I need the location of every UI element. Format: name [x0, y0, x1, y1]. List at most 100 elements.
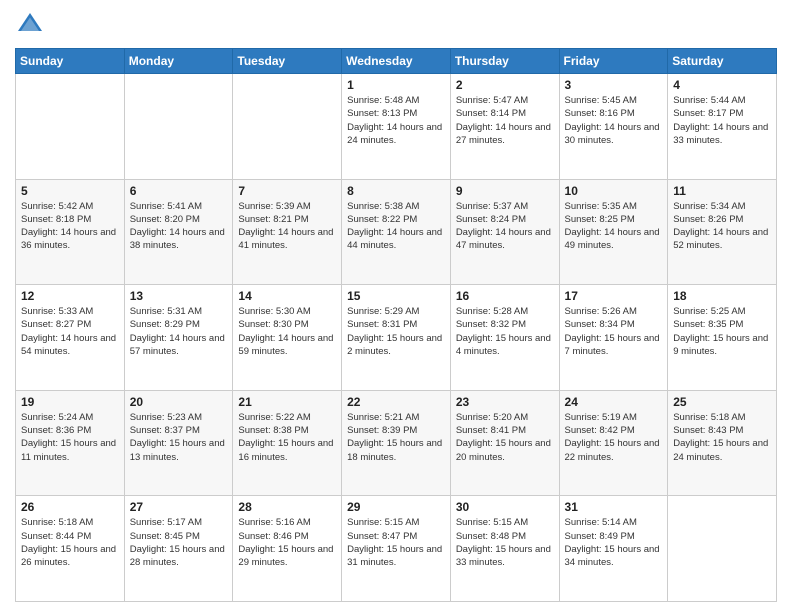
day-info: Sunrise: 5:15 AM Sunset: 8:47 PM Dayligh…: [347, 516, 445, 569]
calendar-cell: 31 Sunrise: 5:14 AM Sunset: 8:49 PM Dayli…: [559, 496, 668, 602]
calendar-cell: [16, 74, 125, 180]
calendar-cell: 18Sunrise: 5:25 AM Sunset: 8:35 PM Dayli…: [668, 285, 777, 391]
day-info: Sunrise: 5:37 AM Sunset: 8:24 PM Dayligh…: [456, 200, 554, 253]
day-info: Sunrise: 5:20 AM Sunset: 8:41 PM Dayligh…: [456, 411, 554, 464]
calendar-cell: 16 Sunrise: 5:28 AM Sunset: 8:32 PM Dayli…: [450, 285, 559, 391]
calendar-header-row: SundayMondayTuesdayWednesdayThursdayFrid…: [16, 49, 777, 74]
day-number: 22: [347, 395, 445, 409]
day-info: Sunrise: 5:34 AM Sunset: 8:26 PM Dayligh…: [673, 200, 771, 253]
calendar-cell: 12 Sunrise: 5:33 AM Sunset: 8:27 PM Dayli…: [16, 285, 125, 391]
logo: [15, 10, 49, 40]
calendar-cell: 20 Sunrise: 5:23 AM Sunset: 8:37 PM Dayli…: [124, 390, 233, 496]
day-info: Sunrise: 5:14 AM Sunset: 8:49 PM Dayligh…: [565, 516, 663, 569]
calendar-cell: 13 Sunrise: 5:31 AM Sunset: 8:29 PM Dayli…: [124, 285, 233, 391]
day-info: Sunrise: 5:30 AM Sunset: 8:30 PM Dayligh…: [238, 305, 336, 358]
day-info: Sunrise: 5:18 AM Sunset: 8:44 PM Dayligh…: [21, 516, 119, 569]
day-info: Sunrise: 5:33 AM Sunset: 8:27 PM Dayligh…: [21, 305, 119, 358]
day-info: Sunrise: 5:29 AM Sunset: 8:31 PM Dayligh…: [347, 305, 445, 358]
day-number: 16: [456, 289, 554, 303]
day-number: 10: [565, 184, 663, 198]
calendar-cell: 3 Sunrise: 5:45 AM Sunset: 8:16 PM Daylig…: [559, 74, 668, 180]
day-info: Sunrise: 5:15 AM Sunset: 8:48 PM Dayligh…: [456, 516, 554, 569]
calendar-cell: 11 Sunrise: 5:34 AM Sunset: 8:26 PM Dayli…: [668, 179, 777, 285]
day-number: 8: [347, 184, 445, 198]
day-info: Sunrise: 5:26 AM Sunset: 8:34 PM Dayligh…: [565, 305, 663, 358]
day-of-week-header: Wednesday: [342, 49, 451, 74]
day-number: 14: [238, 289, 336, 303]
day-number: 6: [130, 184, 228, 198]
day-info: Sunrise: 5:28 AM Sunset: 8:32 PM Dayligh…: [456, 305, 554, 358]
day-number: 28: [238, 500, 336, 514]
day-info: Sunrise: 5:45 AM Sunset: 8:16 PM Dayligh…: [565, 94, 663, 147]
day-number: 5: [21, 184, 119, 198]
calendar-cell: 22Sunrise: 5:21 AM Sunset: 8:39 PM Dayli…: [342, 390, 451, 496]
calendar-cell: 30 Sunrise: 5:15 AM Sunset: 8:48 PM Dayli…: [450, 496, 559, 602]
day-of-week-header: Tuesday: [233, 49, 342, 74]
calendar-cell: 6Sunrise: 5:41 AM Sunset: 8:20 PM Daylig…: [124, 179, 233, 285]
day-info: Sunrise: 5:19 AM Sunset: 8:42 PM Dayligh…: [565, 411, 663, 464]
day-info: Sunrise: 5:23 AM Sunset: 8:37 PM Dayligh…: [130, 411, 228, 464]
calendar-cell: 29 Sunrise: 5:15 AM Sunset: 8:47 PM Dayli…: [342, 496, 451, 602]
calendar-cell: 26 Sunrise: 5:18 AM Sunset: 8:44 PM Dayli…: [16, 496, 125, 602]
day-number: 15: [347, 289, 445, 303]
day-info: Sunrise: 5:31 AM Sunset: 8:29 PM Dayligh…: [130, 305, 228, 358]
calendar-cell: 28 Sunrise: 5:16 AM Sunset: 8:46 PM Dayli…: [233, 496, 342, 602]
calendar-cell: 24 Sunrise: 5:19 AM Sunset: 8:42 PM Dayli…: [559, 390, 668, 496]
calendar-week-row: 12 Sunrise: 5:33 AM Sunset: 8:27 PM Dayli…: [16, 285, 777, 391]
day-info: Sunrise: 5:35 AM Sunset: 8:25 PM Dayligh…: [565, 200, 663, 253]
calendar-week-row: 5Sunrise: 5:42 AM Sunset: 8:18 PM Daylig…: [16, 179, 777, 285]
calendar-week-row: 26 Sunrise: 5:18 AM Sunset: 8:44 PM Dayli…: [16, 496, 777, 602]
day-number: 30: [456, 500, 554, 514]
day-number: 23: [456, 395, 554, 409]
day-info: Sunrise: 5:17 AM Sunset: 8:45 PM Dayligh…: [130, 516, 228, 569]
calendar-cell: 2 Sunrise: 5:47 AM Sunset: 8:14 PM Daylig…: [450, 74, 559, 180]
calendar-cell: 14 Sunrise: 5:30 AM Sunset: 8:30 PM Dayli…: [233, 285, 342, 391]
calendar-cell: 27Sunrise: 5:17 AM Sunset: 8:45 PM Dayli…: [124, 496, 233, 602]
day-number: 17: [565, 289, 663, 303]
day-info: Sunrise: 5:47 AM Sunset: 8:14 PM Dayligh…: [456, 94, 554, 147]
calendar-week-row: 1 Sunrise: 5:48 AM Sunset: 8:13 PM Daylig…: [16, 74, 777, 180]
day-number: 31: [565, 500, 663, 514]
day-number: 13: [130, 289, 228, 303]
day-number: 25: [673, 395, 771, 409]
day-number: 21: [238, 395, 336, 409]
day-info: Sunrise: 5:18 AM Sunset: 8:43 PM Dayligh…: [673, 411, 771, 464]
day-info: Sunrise: 5:24 AM Sunset: 8:36 PM Dayligh…: [21, 411, 119, 464]
day-info: Sunrise: 5:44 AM Sunset: 8:17 PM Dayligh…: [673, 94, 771, 147]
day-number: 2: [456, 78, 554, 92]
day-number: 9: [456, 184, 554, 198]
day-info: Sunrise: 5:48 AM Sunset: 8:13 PM Dayligh…: [347, 94, 445, 147]
day-number: 3: [565, 78, 663, 92]
day-number: 26: [21, 500, 119, 514]
day-info: Sunrise: 5:16 AM Sunset: 8:46 PM Dayligh…: [238, 516, 336, 569]
day-number: 24: [565, 395, 663, 409]
day-number: 1: [347, 78, 445, 92]
day-number: 19: [21, 395, 119, 409]
calendar-cell: 7Sunrise: 5:39 AM Sunset: 8:21 PM Daylig…: [233, 179, 342, 285]
calendar-cell: [124, 74, 233, 180]
day-of-week-header: Saturday: [668, 49, 777, 74]
calendar-cell: 17 Sunrise: 5:26 AM Sunset: 8:34 PM Dayli…: [559, 285, 668, 391]
logo-icon: [15, 10, 45, 40]
calendar-week-row: 19 Sunrise: 5:24 AM Sunset: 8:36 PM Dayli…: [16, 390, 777, 496]
calendar-cell: 19 Sunrise: 5:24 AM Sunset: 8:36 PM Dayli…: [16, 390, 125, 496]
day-of-week-header: Monday: [124, 49, 233, 74]
day-number: 29: [347, 500, 445, 514]
header: [15, 10, 777, 40]
day-info: Sunrise: 5:38 AM Sunset: 8:22 PM Dayligh…: [347, 200, 445, 253]
page: SundayMondayTuesdayWednesdayThursdayFrid…: [0, 0, 792, 612]
day-number: 11: [673, 184, 771, 198]
day-number: 7: [238, 184, 336, 198]
calendar-cell: 9 Sunrise: 5:37 AM Sunset: 8:24 PM Daylig…: [450, 179, 559, 285]
calendar-cell: [668, 496, 777, 602]
calendar-cell: 8 Sunrise: 5:38 AM Sunset: 8:22 PM Daylig…: [342, 179, 451, 285]
calendar-cell: 4 Sunrise: 5:44 AM Sunset: 8:17 PM Daylig…: [668, 74, 777, 180]
day-info: Sunrise: 5:25 AM Sunset: 8:35 PM Dayligh…: [673, 305, 771, 358]
calendar-cell: 10 Sunrise: 5:35 AM Sunset: 8:25 PM Dayli…: [559, 179, 668, 285]
day-number: 12: [21, 289, 119, 303]
calendar-cell: 23 Sunrise: 5:20 AM Sunset: 8:41 PM Dayli…: [450, 390, 559, 496]
day-of-week-header: Thursday: [450, 49, 559, 74]
day-number: 20: [130, 395, 228, 409]
calendar-cell: 25 Sunrise: 5:18 AM Sunset: 8:43 PM Dayli…: [668, 390, 777, 496]
day-number: 4: [673, 78, 771, 92]
